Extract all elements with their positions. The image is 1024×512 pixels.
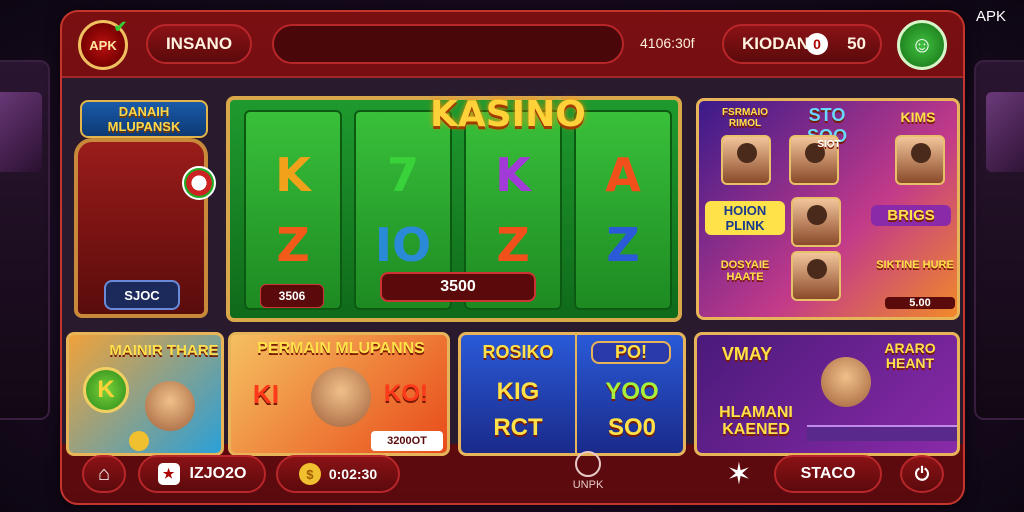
game-card-2-character [311, 367, 371, 427]
reel-3-top-symbol: K [495, 148, 531, 202]
search-input[interactable] [272, 24, 624, 64]
promo-panel[interactable]: FSRMAIO RIMOL STO SOO KIMS SIOT HOION PL… [696, 98, 960, 320]
background-machine-right [974, 60, 1024, 420]
game-card-2-left-text: KI [253, 379, 279, 409]
game-card-3-title-left: ROSIKO [482, 342, 554, 362]
top-counter: 4106:30f [640, 35, 695, 51]
reel-4: A Z [574, 110, 672, 310]
promo-headline-5: BRIGS [871, 205, 951, 226]
coin-icon: 0 [806, 33, 828, 55]
username-pill[interactable]: INSANO [146, 24, 252, 64]
username-label: INSANO [165, 34, 233, 53]
code-button[interactable]: ★ IZJO2O [138, 455, 266, 493]
game-card-3-left-line3: RCT [493, 414, 543, 441]
center-logo[interactable]: UNPK [568, 451, 608, 491]
card-divider [575, 335, 577, 453]
promo-avatar-4 [791, 197, 841, 247]
center-label: UNPK [572, 479, 604, 491]
reel-1-bottom-symbol: Z [276, 218, 310, 272]
background-machine-left [0, 60, 50, 420]
promo-headline-8: SIOT [817, 139, 841, 150]
game-card-2-right-text: KO! [384, 380, 428, 407]
promo-headline-3: KIMS [900, 109, 936, 125]
reel-1: K Z [244, 110, 342, 310]
balance-pill[interactable]: KIODAN 0 50 [722, 24, 882, 64]
home-button[interactable]: ⌂ [82, 455, 126, 493]
logo-text: APK [89, 37, 117, 53]
star-icon: ✶ [726, 457, 752, 491]
apk-watermark: APK [975, 8, 1006, 25]
promo-headline-1: FSRMAIO RIMOL [721, 107, 769, 129]
exit-icon: ⏻ [914, 463, 930, 484]
throne-button[interactable]: SJOC [104, 280, 180, 310]
casino-table [807, 425, 957, 441]
code-value: IZJO2O [189, 465, 247, 482]
balance-label: KIODAN [742, 34, 810, 53]
game-card-2[interactable]: PERMAIN MLUPANNS KI KO! 3200OT [228, 332, 450, 456]
promo-headline-6: DOSYAIE HAATE [720, 259, 770, 283]
bottom-bar: ⌂ ★ IZJO2O $ 0:02:30 UNPK ✶ STACO ⏻ [62, 443, 963, 503]
profile-button[interactable]: ☺ [897, 20, 947, 70]
stack-button[interactable]: STACO [774, 455, 882, 493]
game-card-3-right-line3: SO0 [607, 414, 657, 441]
game-card-3-right-line2: YOO [605, 378, 659, 405]
bet-value[interactable]: 3506 [260, 284, 324, 308]
reel-4-bottom-symbol: Z [606, 218, 640, 272]
coin-icon: $ [298, 463, 321, 485]
reel-1-top-symbol: K [275, 148, 311, 202]
reel-2-top-symbol: 7 [386, 148, 419, 202]
game-card-4-sub: HLAMANI KAENED [719, 404, 793, 438]
home-icon: ⌂ [97, 462, 111, 485]
check-icon: ✔ [113, 19, 127, 36]
game-card-3-left-line2: KIG [496, 378, 540, 405]
app-frame: ✔ APK INSANO 4106:30f KIODAN 0 50 ☺ DANA… [60, 10, 965, 505]
reel-4-top-symbol: A [605, 148, 641, 202]
game-card-1[interactable]: MAINIR THARE K [66, 332, 224, 456]
reel-3-bottom-symbol: Z [496, 218, 530, 272]
reel-2-bottom-symbol: IO [374, 218, 432, 272]
promo-headline-7: SIKTINE HURE [876, 259, 954, 271]
promo-avatar-3 [895, 135, 945, 185]
promo-headline-4: HOION PLINK [705, 201, 785, 235]
game-card-3[interactable]: ROSIKO KIG RCT PO! YOO SO0 [458, 332, 686, 456]
balance-value: 50 [847, 34, 866, 53]
slot-title: KASINO [430, 94, 586, 135]
chip-icon [182, 166, 216, 200]
game-card-3-title-right: PO! [591, 341, 671, 364]
promo-avatar-1 [721, 135, 771, 185]
favorites-button[interactable]: ✶ [720, 455, 758, 493]
gift-icon: ★ [157, 463, 180, 485]
game-card-2-title: PERMAIN MLUPANNS [257, 340, 425, 357]
game-card-1-title: MAINIR THARE [109, 342, 219, 359]
app-logo[interactable]: ✔ APK [78, 19, 128, 70]
game-card-4-title-right: ARARO HEANT [884, 340, 936, 371]
ring-icon [575, 451, 601, 477]
promo-footer-value: 5.00 [885, 297, 955, 309]
win-value: 3500 [380, 272, 536, 302]
slot-machine[interactable]: K Z 7 IO K Z A Z KASINO 3506 3500 [226, 94, 682, 322]
top-bar: ✔ APK INSANO 4106:30f KIODAN 0 50 ☺ [62, 12, 963, 76]
timer-value: 0:02:30 [328, 466, 378, 482]
game-card-4-character [821, 357, 871, 407]
stack-label: STACO [800, 465, 856, 482]
promo-avatar-5 [791, 251, 841, 301]
main-area: DANAIH MLUPANSK SJOC K Z 7 IO K Z A Z KA… [62, 76, 963, 456]
exit-button[interactable]: ⏻ [900, 455, 944, 493]
timer-button[interactable]: $ 0:02:30 [276, 455, 400, 493]
game-card-1-character [145, 381, 195, 431]
user-icon: ☺ [910, 32, 934, 57]
game-card-4-title: VMAY [721, 344, 773, 364]
game-card-4[interactable]: VMAY ARARO HEANT HLAMANI KAENED [694, 332, 960, 456]
game-card-1-badge: K [83, 367, 129, 413]
throne-card[interactable]: DANAIH MLUPANSK SJOC [66, 94, 216, 324]
throne-title: DANAIH MLUPANSK [80, 100, 208, 138]
